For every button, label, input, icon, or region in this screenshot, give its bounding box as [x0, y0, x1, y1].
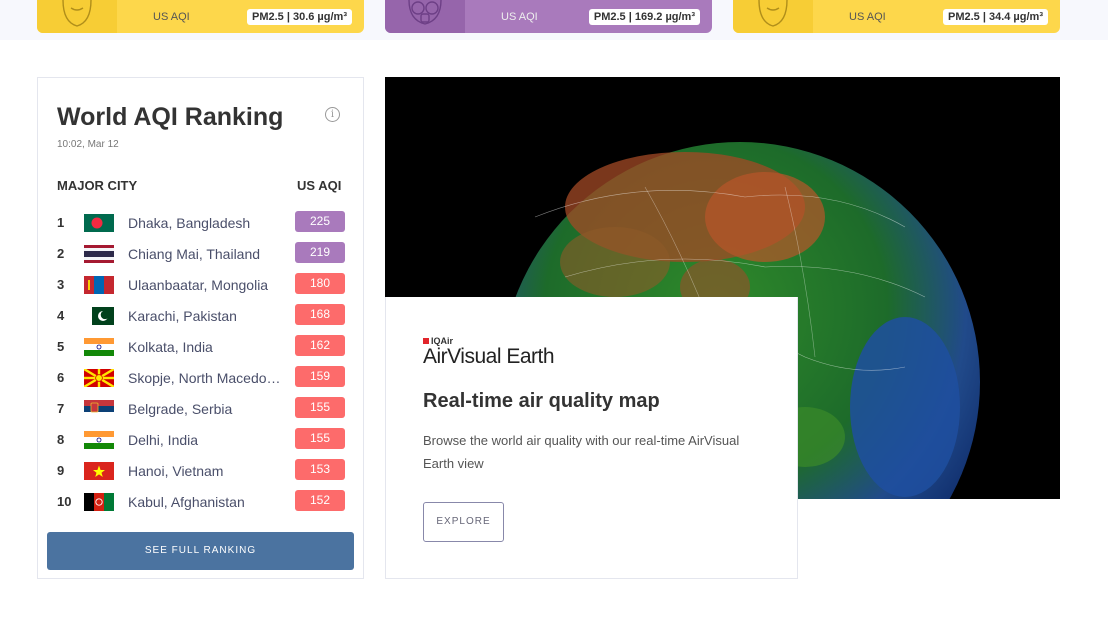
pakistan-flag-icon [84, 307, 114, 325]
swiss-cross-icon [423, 338, 429, 344]
ranking-row[interactable]: 2 Chiang Mai, Thailand 219 [38, 239, 363, 270]
aqi-badge: 155 [295, 397, 345, 418]
ranking-row[interactable]: 8 Delhi, India 155 [38, 425, 363, 456]
gas-mask-icon [385, 0, 465, 33]
serbia-flag-icon [84, 400, 114, 418]
rank-number: 1 [57, 215, 65, 230]
ranking-row[interactable]: 4 Karachi, Pakistan 168 [38, 301, 363, 332]
ranking-row[interactable]: 1 Dhaka, Bangladesh 225 [38, 208, 363, 239]
rank-number: 7 [57, 401, 65, 416]
city-name[interactable]: Skopje, North Macedonia [128, 370, 283, 386]
thailand-flag-icon [84, 245, 114, 263]
column-header-city: MAJOR CITY [57, 178, 138, 193]
rank-number: 4 [57, 308, 65, 323]
rank-number: 6 [57, 370, 65, 385]
city-name[interactable]: Delhi, India [128, 432, 283, 448]
city-name[interactable]: Hanoi, Vietnam [128, 463, 283, 479]
aqi-label: US AQI [153, 10, 190, 23]
aqi-badge: 152 [295, 490, 345, 511]
city-name[interactable]: Karachi, Pakistan [128, 308, 283, 324]
pm25-value: PM2.5 | 34.4 µg/m³ [942, 8, 1048, 25]
city-aqi-card-1[interactable]: US AQI PM2.5 | 30.6 µg/m³ [37, 0, 364, 33]
ranking-timestamp: 10:02, Mar 12 [57, 139, 119, 150]
face-icon [37, 0, 117, 33]
city-name[interactable]: Kabul, Afghanistan [128, 494, 283, 510]
aqi-badge: 159 [295, 366, 345, 387]
rank-number: 8 [57, 432, 65, 447]
rank-number: 9 [57, 463, 65, 478]
city-name[interactable]: Chiang Mai, Thailand [128, 246, 283, 262]
ranking-title: World AQI Ranking [57, 103, 284, 131]
india-flag-icon [84, 431, 114, 449]
see-full-ranking-button[interactable]: SEE FULL RANKING [47, 532, 354, 570]
north-macedonia-flag-icon [84, 369, 114, 387]
bangladesh-flag-icon [84, 214, 114, 232]
ranking-row[interactable]: 7 Belgrade, Serbia 155 [38, 394, 363, 425]
city-name[interactable]: Dhaka, Bangladesh [128, 215, 283, 231]
aqi-badge: 153 [295, 459, 345, 480]
city-name[interactable]: Belgrade, Serbia [128, 401, 283, 417]
face-icon [733, 0, 813, 33]
aqi-badge: 155 [295, 428, 345, 449]
ranking-row[interactable]: 5 Kolkata, India 162 [38, 332, 363, 363]
column-header-aqi: US AQI [297, 178, 342, 193]
airvisual-earth-card: IQAir AirVisual Earth Real-time air qual… [385, 297, 798, 579]
aqi-badge: 180 [295, 273, 345, 294]
aqi-badge: 168 [295, 304, 345, 325]
pm25-value: PM2.5 | 169.2 µg/m³ [588, 8, 700, 25]
rank-number: 5 [57, 339, 65, 354]
card-description: Browse the world air quality with our re… [423, 433, 740, 471]
mongolia-flag-icon [84, 276, 114, 294]
india-flag-icon [84, 338, 114, 356]
rank-number: 10 [57, 494, 72, 509]
aqi-badge: 225 [295, 211, 345, 232]
aqi-badge: 219 [295, 242, 345, 263]
city-aqi-card-2[interactable]: US AQI PM2.5 | 169.2 µg/m³ [385, 0, 712, 33]
rank-number: 2 [57, 246, 65, 261]
airvisual-earth-logo: AirVisual Earth [423, 345, 555, 368]
world-aqi-ranking-panel: World AQI Ranking i 10:02, Mar 12 MAJOR … [37, 77, 364, 579]
aqi-badge: 162 [295, 335, 345, 356]
card-title: Real-time air quality map [423, 390, 660, 412]
city-name[interactable]: Kolkata, India [128, 339, 283, 355]
city-name[interactable]: Ulaanbaatar, Mongolia [128, 277, 283, 293]
city-aqi-card-3[interactable]: US AQI PM2.5 | 34.4 µg/m³ [733, 0, 1060, 33]
ranking-row[interactable]: 3 Ulaanbaatar, Mongolia 180 [38, 270, 363, 301]
ranking-row[interactable]: 6 Skopje, North Macedonia 159 [38, 363, 363, 394]
ranking-row[interactable]: 9 Hanoi, Vietnam 153 [38, 456, 363, 487]
aqi-label: US AQI [849, 10, 886, 23]
rank-number: 3 [57, 277, 65, 292]
pm25-value: PM2.5 | 30.6 µg/m³ [246, 8, 352, 25]
info-icon[interactable]: i [325, 107, 340, 122]
afghanistan-flag-icon [84, 493, 114, 511]
ranking-list: 1 Dhaka, Bangladesh 225 2 Chiang Mai, Th… [38, 208, 363, 518]
aqi-label: US AQI [501, 10, 538, 23]
ranking-row[interactable]: 10 Kabul, Afghanistan 152 [38, 487, 363, 518]
explore-button[interactable]: EXPLORE [423, 502, 504, 542]
vietnam-flag-icon [84, 462, 114, 480]
